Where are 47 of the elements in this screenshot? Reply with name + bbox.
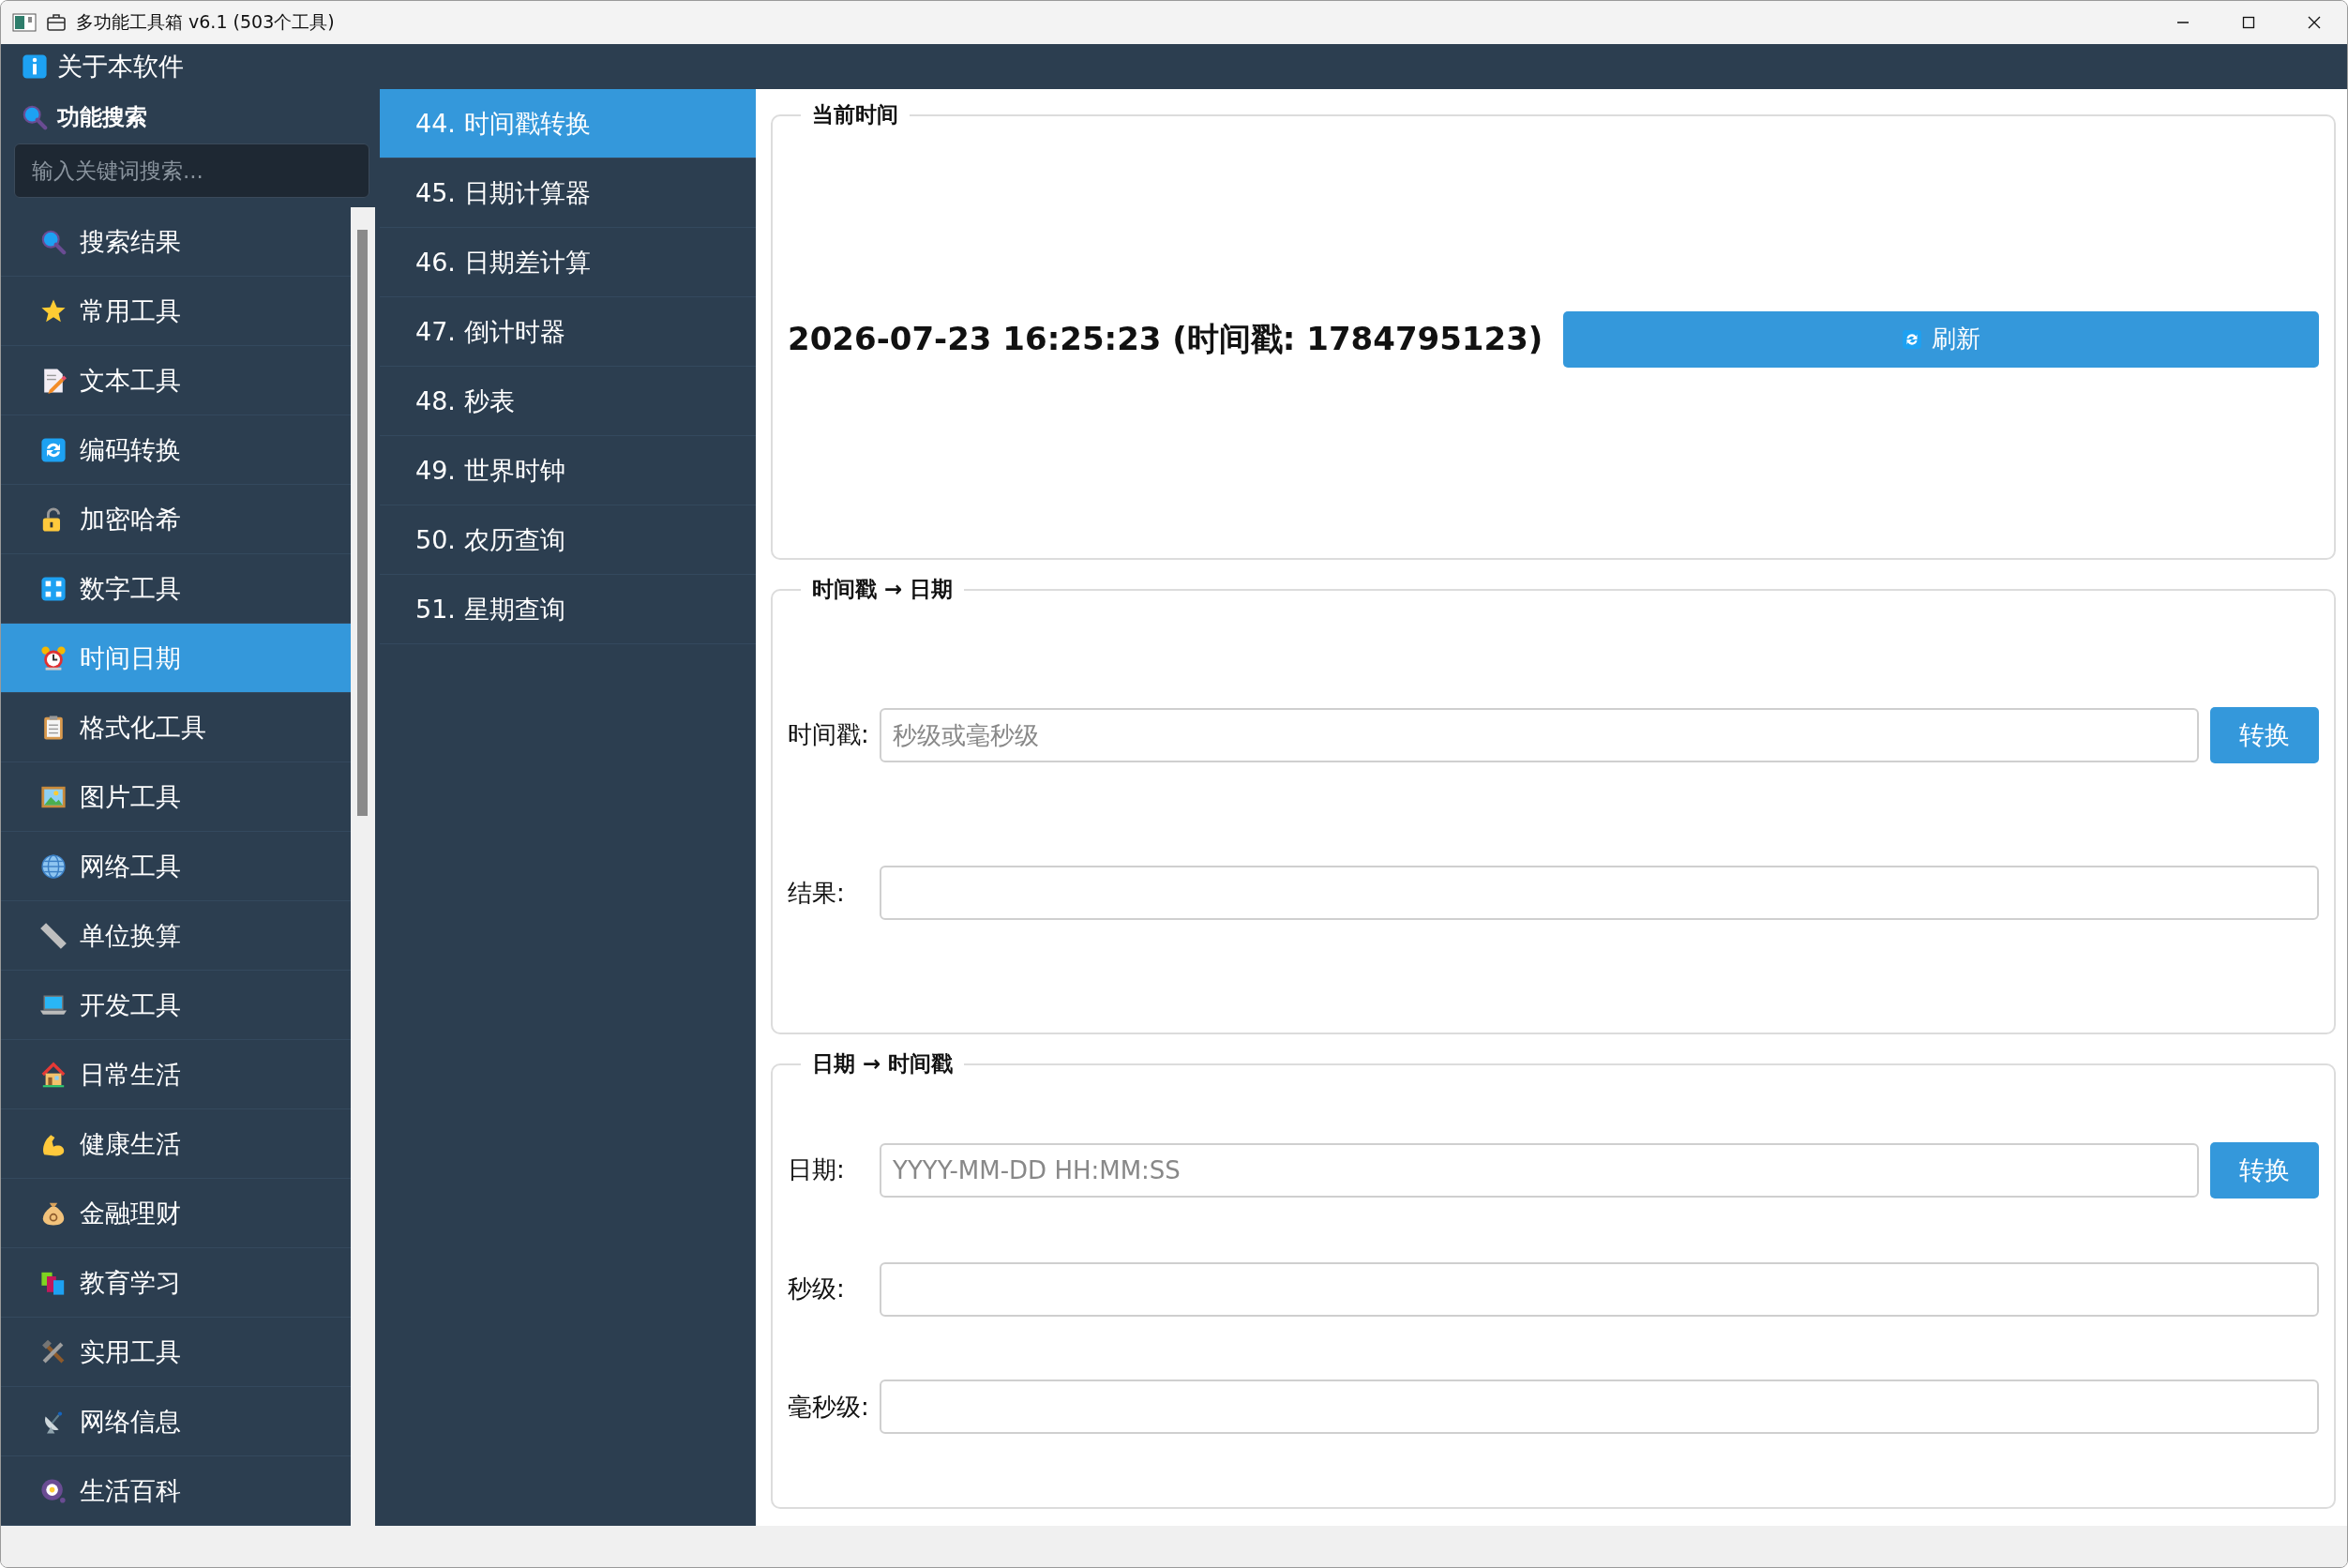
sidebar-item[interactable]: 图片工具: [1, 762, 351, 832]
close-button[interactable]: [2306, 14, 2323, 31]
field-label: 结果:: [788, 877, 846, 909]
sidebar-item[interactable]: 开发工具: [1, 971, 351, 1040]
tools-icon: [40, 1338, 67, 1365]
group-title: 当前时间: [811, 101, 899, 128]
section-heading: 功能搜索: [57, 103, 147, 132]
input-field[interactable]: [880, 1261, 2319, 1317]
sidebar-item[interactable]: 编码转换: [1, 415, 351, 485]
search-field[interactable]: 输入关键词搜索...: [14, 143, 369, 198]
window-title: 多功能工具箱 v6.1 (503个工具): [76, 10, 335, 34]
sidebar-item[interactable]: 加密哈希: [1, 485, 351, 554]
current-time-text: 2026-07-23 16:25:23 (时间戳: 1784795123): [788, 318, 1544, 359]
input-field[interactable]: [880, 866, 2319, 921]
alarm-clock-icon: [40, 644, 67, 671]
input-field[interactable]: [880, 1380, 2319, 1435]
disc-icon: [40, 1477, 67, 1504]
sidebar-item[interactable]: 教育学习: [1, 1248, 351, 1318]
field-label: 毫秒级:: [788, 1391, 868, 1423]
refresh-icon: [40, 436, 67, 463]
globe-icon: [40, 852, 67, 880]
field-label: 日期:: [788, 1154, 846, 1186]
search-icon: [40, 228, 67, 255]
group-title: 时间戳 → 日期: [811, 576, 955, 603]
briefcase-icon: [46, 12, 67, 33]
search-icon: [22, 104, 48, 130]
sidebar-item[interactable]: 健康生活: [1, 1109, 351, 1179]
sidebar-item[interactable]: 搜索结果: [1, 207, 351, 277]
input-field[interactable]: 秒级或毫秒级: [880, 707, 2199, 762]
sidebar-item[interactable]: 金融理财: [1, 1179, 351, 1248]
input-field[interactable]: YYYY-MM-DD HH:MM:SS: [880, 1142, 2199, 1198]
scrollbar-thumb[interactable]: [357, 230, 368, 816]
info-icon: [22, 53, 48, 80]
sidebar-item[interactable]: 日常生活: [1, 1040, 351, 1109]
sidebar-item[interactable]: 格式化工具: [1, 693, 351, 762]
keypad-icon: [40, 575, 67, 602]
field-label: 秒级:: [788, 1274, 846, 1304]
sidebar-item[interactable]: 文本工具: [1, 346, 351, 415]
house-icon: [40, 1061, 67, 1088]
about-menu-item[interactable]: 关于本软件: [57, 50, 184, 83]
group-title: 日期 → 时间戳: [811, 1050, 955, 1078]
field-label: 时间戳:: [788, 719, 868, 751]
app-icon: [12, 13, 37, 32]
sidebar-item[interactable]: 网络工具: [1, 832, 351, 901]
scrollbar[interactable]: [351, 207, 375, 1526]
maximize-button[interactable]: [2240, 14, 2257, 31]
refresh-icon: [1901, 328, 1922, 350]
